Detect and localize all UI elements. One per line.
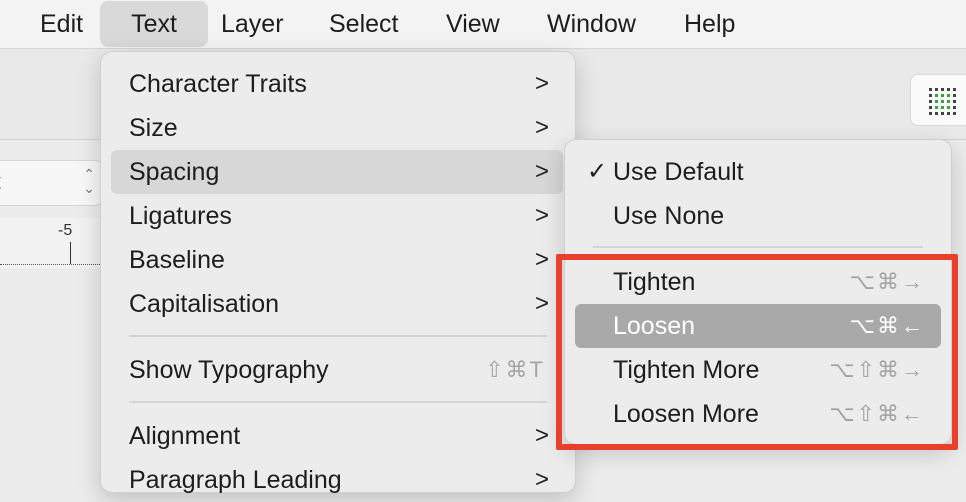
submenu-item-label: Use None (613, 202, 725, 230)
chevron-right-icon: > (534, 290, 549, 317)
font-size-field[interactable]: t ⌃⌄ (0, 160, 102, 206)
checkmark-icon: ✓ (587, 158, 608, 185)
submenu-item-label: Use Default (613, 158, 744, 186)
menu-item-paragraph-leading[interactable]: Paragraph Leading > (111, 458, 563, 502)
ruler-ticks (0, 252, 100, 265)
menu-separator (129, 335, 547, 337)
chevron-right-icon: > (534, 246, 549, 273)
ruler-major-tick (70, 242, 71, 264)
chevron-right-icon: > (534, 158, 549, 185)
grid-button[interactable] (910, 74, 966, 126)
menu-item-show-typography[interactable]: Show Typography ⇧⌘T (111, 348, 563, 392)
ruler: -5 (0, 218, 100, 268)
menu-view[interactable]: View (446, 0, 500, 48)
menu-bar: Edit Text Layer Select View Window Help (0, 0, 966, 49)
menu-item-size[interactable]: Size > (111, 106, 563, 150)
menu-select[interactable]: Select (329, 0, 398, 48)
menu-item-label: Alignment (129, 422, 241, 450)
font-field-text: t (0, 169, 1, 195)
menu-help[interactable]: Help (684, 0, 735, 48)
submenu-item-use-none[interactable]: Use None (575, 194, 941, 238)
grid-icon (929, 88, 956, 115)
shortcut-label: ⇧⌘T (485, 357, 545, 382)
menu-text[interactable]: Text (100, 1, 208, 47)
menu-item-label: Ligatures (129, 202, 232, 230)
menu-item-label: Paragraph Leading (129, 466, 342, 494)
menu-item-label: Show Typography (129, 356, 329, 384)
submenu-item-use-default[interactable]: ✓ Use Default (575, 150, 941, 194)
menu-item-ligatures[interactable]: Ligatures > (111, 194, 563, 238)
chevron-right-icon: > (534, 70, 549, 97)
menu-item-label: Character Traits (129, 70, 307, 98)
menu-separator (129, 401, 547, 403)
annotation-highlight-box (556, 254, 958, 450)
menu-window[interactable]: Window (547, 0, 636, 48)
chevron-right-icon: > (534, 422, 549, 449)
menu-layer[interactable]: Layer (221, 0, 284, 48)
menu-item-label: Baseline (129, 246, 225, 274)
chevron-right-icon: > (534, 114, 549, 141)
menu-item-capitalisation[interactable]: Capitalisation > (111, 282, 563, 326)
chevron-right-icon: > (534, 202, 549, 229)
submenu-separator (593, 246, 923, 248)
menu-item-label: Size (129, 114, 178, 142)
menu-item-spacing[interactable]: Spacing > (111, 150, 563, 194)
menu-item-alignment[interactable]: Alignment > (111, 414, 563, 458)
stepper-icon[interactable]: ⌃ ⌄ (83, 167, 95, 195)
ruler-label: -5 (58, 222, 73, 239)
menu-edit[interactable]: Edit (40, 0, 83, 48)
menu-item-character-traits[interactable]: Character Traits > (111, 62, 563, 106)
menu-item-label: Spacing (129, 158, 220, 186)
menu-item-label: Capitalisation (129, 290, 280, 318)
chevron-right-icon: > (534, 466, 549, 493)
menu-item-baseline[interactable]: Baseline > (111, 238, 563, 282)
text-menu: Character Traits > Size > Spacing > Liga… (100, 51, 576, 494)
